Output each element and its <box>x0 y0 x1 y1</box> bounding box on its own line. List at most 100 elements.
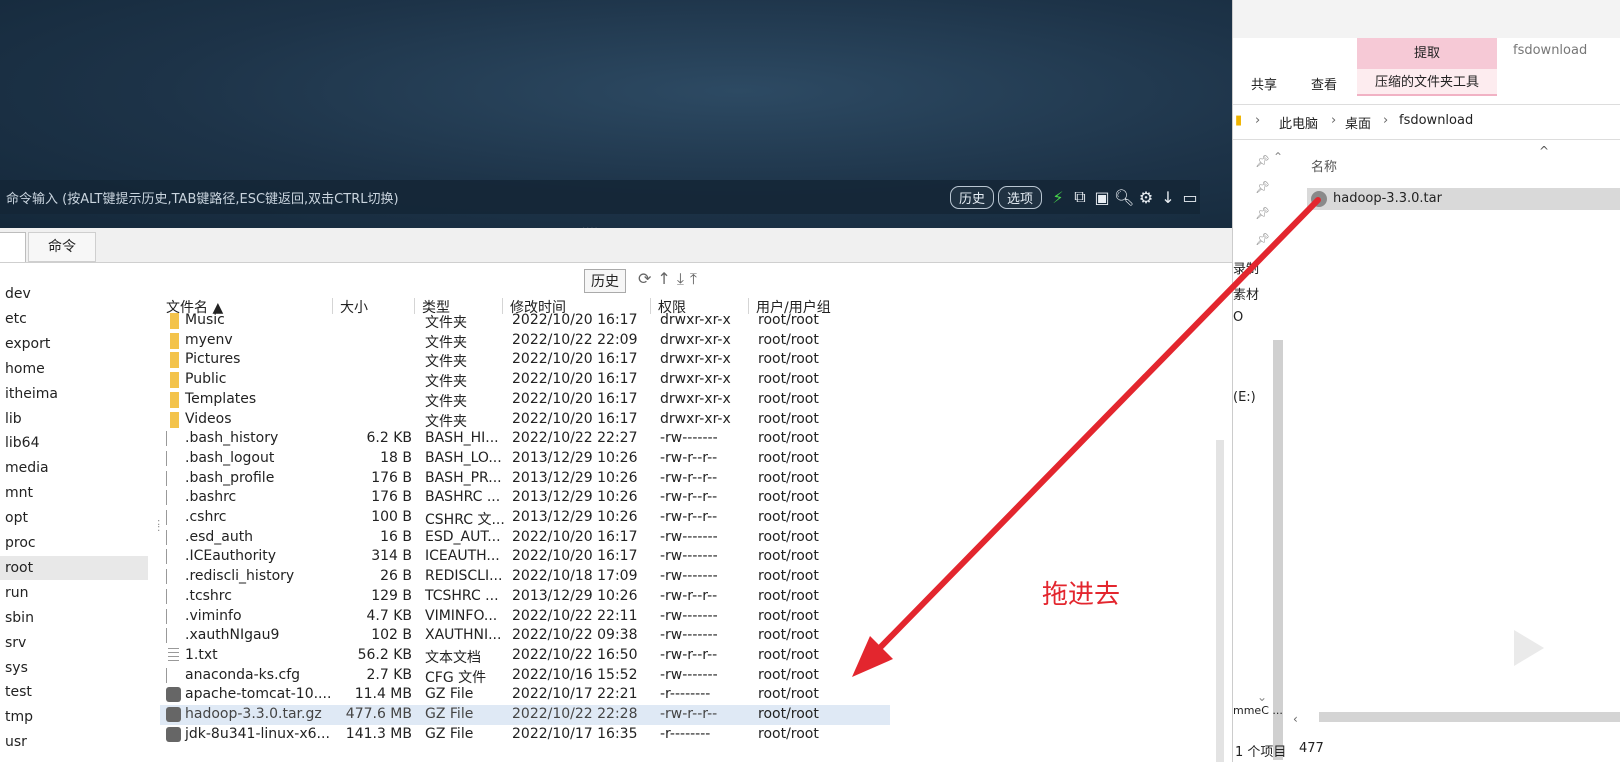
upload-icon[interactable]: ⤒ <box>690 269 697 289</box>
command-input-hint[interactable]: 命令输入 (按ALT键提示历史,TAB键路径,ESC键返回,双击CTRL切换) <box>6 188 950 207</box>
table-row[interactable]: .tcshrc 129 B TCSHRC ... 2013/12/29 10:26 -r… <box>160 587 890 607</box>
cell-name: Videos <box>185 410 232 427</box>
refresh-icon[interactable]: ⟳ <box>638 269 651 289</box>
cell-type: 文件夹 <box>425 315 467 331</box>
cell-perm: drwxr-xr-x <box>660 312 731 328</box>
scroll-left-icon[interactable]: ‹ <box>1293 712 1298 726</box>
terminal-options-button[interactable]: 选项 <box>997 185 1042 209</box>
tree-item-sbin[interactable]: sbin <box>0 606 148 630</box>
breadcrumb-fsdownload[interactable]: fsdownload <box>1399 113 1473 128</box>
tree-item-etc[interactable]: etc <box>0 307 148 331</box>
cell-perm: drwxr-xr-x <box>660 331 731 348</box>
tree-item-opt[interactable]: opt <box>0 506 148 530</box>
table-row[interactable]: Pictures 文件夹 2022/10/20 16:17 drwxr-xr-x roo… <box>160 350 890 370</box>
paste-icon[interactable]: ▣ <box>1092 188 1112 207</box>
nav-recent[interactable]: 录制 <box>1233 258 1259 277</box>
file-table-scrollbar[interactable] <box>1216 440 1224 762</box>
copy-icon[interactable]: ⧉ <box>1070 187 1090 207</box>
tree-item-srv[interactable]: srv <box>0 631 148 655</box>
tree-item-root[interactable]: root <box>0 555 148 580</box>
cell-size: 314 B <box>371 548 412 565</box>
nav-drive-e[interactable]: (E:) <box>1233 390 1256 405</box>
table-row[interactable]: myenv 文件夹 2022/10/22 22:09 drwxr-xr-x root/r… <box>160 331 890 351</box>
terminal-history-button[interactable]: 历史 <box>949 185 994 209</box>
tab-compressed-folder-tools[interactable]: 压缩的文件夹工具 <box>1357 69 1497 96</box>
table-row[interactable]: Videos 文件夹 2022/10/20 16:17 drwxr-xr-x root/… <box>160 410 890 430</box>
tree-item-export[interactable]: export <box>0 332 148 356</box>
address-bar[interactable]: ▮ › 此电脑 › 桌面 › fsdownload <box>1233 104 1620 140</box>
cell-owner: root/root <box>758 666 819 683</box>
down-arrow-icon[interactable]: ↓ <box>1158 188 1178 207</box>
cell-perm: -rw-r--r-- <box>660 509 718 525</box>
cell-type: 文件夹 <box>425 413 467 430</box>
pin-icon[interactable]: 📌︎ <box>1255 154 1270 168</box>
cell-type: GZ File <box>425 725 474 742</box>
table-row[interactable]: 1.txt 56.2 KB 文本文档 2022/10/22 16:50 -rw-r--r… <box>160 646 890 666</box>
pin-icon[interactable]: 📌︎ <box>1255 206 1270 220</box>
table-row[interactable]: .ICEauthority 314 B ICEAUTH... 2022/10/20 1… <box>160 547 890 567</box>
terminal-panel[interactable]: 命令输入 (按ALT键提示历史,TAB键路径,ESC键返回,双击CTRL切换) … <box>0 0 1232 228</box>
chevron-down-icon[interactable]: ⌄ <box>1257 690 1267 704</box>
tree-item-mnt[interactable]: mnt <box>0 481 148 505</box>
nav-o[interactable]: O <box>1233 310 1243 325</box>
table-row[interactable]: hadoop-3.3.0.tar.gz 477.6 MB GZ File 2022/1… <box>160 705 890 725</box>
file-history-button[interactable]: 历史 <box>584 269 626 293</box>
table-row[interactable]: anaconda-ks.cfg 2.7 KB CFG 文件 2022/10/16 15… <box>160 666 890 686</box>
bolt-icon[interactable]: ⚡ <box>1048 188 1068 207</box>
cell-owner: root/root <box>758 725 819 742</box>
tree-item-tmp[interactable]: tmp <box>0 705 148 729</box>
pin-icon[interactable]: 📌︎ <box>1255 180 1270 194</box>
table-row[interactable]: apache-tomcat-10.... 11.4 MB GZ File 2022/1… <box>160 685 890 705</box>
table-row[interactable]: .rediscli_history 26 B REDISCLI... 2022/10/… <box>160 567 890 587</box>
tree-item-test[interactable]: test <box>0 680 148 704</box>
table-row[interactable]: Public 文件夹 2022/10/20 16:17 drwxr-xr-x root/… <box>160 370 890 390</box>
tree-item-home[interactable]: home <box>0 357 148 381</box>
cell-perm: -rw------- <box>660 568 718 585</box>
nav-bottom-item[interactable]: mmeC ... <box>1233 704 1283 717</box>
tree-item-usr[interactable]: usr <box>0 730 148 754</box>
tab-share[interactable]: 共享 <box>1251 74 1277 93</box>
tree-item-lib64[interactable]: lib64 <box>0 431 148 455</box>
explorer-file-name[interactable]: hadoop-3.3.0.tar <box>1333 191 1442 206</box>
pin-icon[interactable]: 📌︎ <box>1255 232 1270 246</box>
chevron-up-icon[interactable]: ⌃ <box>1273 150 1283 164</box>
tree-item-proc[interactable]: proc <box>0 531 148 555</box>
search-icon[interactable]: 🔍︎ <box>1114 188 1134 207</box>
table-row[interactable]: Templates 文件夹 2022/10/20 16:17 drwxr-xr-x ro… <box>160 390 890 410</box>
command-input-bar[interactable]: 命令输入 (按ALT键提示历史,TAB键路径,ESC键返回,双击CTRL切换) … <box>0 180 1200 214</box>
table-row[interactable]: .bash_logout 18 B BASH_LO... 2013/12/29 10:… <box>160 449 890 469</box>
gear-icon[interactable]: ⚙ <box>1136 188 1156 207</box>
breadcrumb-this-pc[interactable]: 此电脑 <box>1279 113 1318 132</box>
table-row[interactable]: .esd_auth 16 B ESD_AUT... 2022/10/20 16:17 -… <box>160 528 890 548</box>
tree-item-itheima[interactable]: itheima <box>0 382 148 406</box>
col-name-header-explorer[interactable]: 名称 <box>1311 156 1337 175</box>
table-row[interactable]: .bashrc 176 B BASHRC ... 2013/12/29 10:26 -r… <box>160 488 890 508</box>
file-toolbar: 历史 ⟳ ↑ ⤓ ⤒ <box>0 263 1232 295</box>
tab-view[interactable]: 查看 <box>1311 74 1337 93</box>
tab-command[interactable]: 命令 <box>28 232 96 262</box>
tree-item-lib[interactable]: lib <box>0 407 148 431</box>
table-row[interactable]: .cshrc 100 B CSHRC 文... 2013/12/29 10:26 -rw… <box>160 508 890 528</box>
tab-files[interactable] <box>0 232 26 262</box>
nav-material[interactable]: 素材 <box>1233 284 1259 303</box>
cell-perm: -rw------- <box>660 548 718 565</box>
table-row[interactable]: .viminfo 4.7 KB VIMINFO... 2022/10/22 22:11… <box>160 607 890 627</box>
tree-item-sys[interactable]: sys <box>0 656 148 680</box>
window-icon[interactable]: ▭ <box>1180 188 1200 207</box>
nav-scrollbar[interactable] <box>1273 340 1283 760</box>
extract-tab[interactable]: 提取 <box>1357 38 1497 69</box>
table-row[interactable]: .xauthNIgau9 102 B XAUTHNI... 2022/10/22 09… <box>160 626 890 646</box>
up-icon[interactable]: ↑ <box>657 269 670 289</box>
explorer-hscroll[interactable] <box>1319 712 1620 722</box>
download-icon[interactable]: ⤓ <box>677 269 684 289</box>
table-row[interactable]: .bash_history 6.2 KB BASH_HI... 2022/10/22 … <box>160 429 890 449</box>
tree-item-media[interactable]: media <box>0 456 148 480</box>
tree-item-run[interactable]: run <box>0 581 148 605</box>
tree-item-dev[interactable]: dev <box>0 282 148 306</box>
cell-size: 102 B <box>371 627 412 644</box>
table-row[interactable]: .bash_profile 176 B BASH_PR... 2013/12/29 1… <box>160 469 890 489</box>
table-row[interactable]: jdk-8u341-linux-x6... 141.3 MB GZ File 2022… <box>160 725 890 745</box>
cell-mtime: 2022/10/22 09:38 <box>512 627 638 644</box>
table-row[interactable]: Music 文件夹 2022/10/20 16:17 drwxr-xr-x root/r… <box>160 311 890 331</box>
breadcrumb-desktop[interactable]: 桌面 <box>1345 113 1371 132</box>
